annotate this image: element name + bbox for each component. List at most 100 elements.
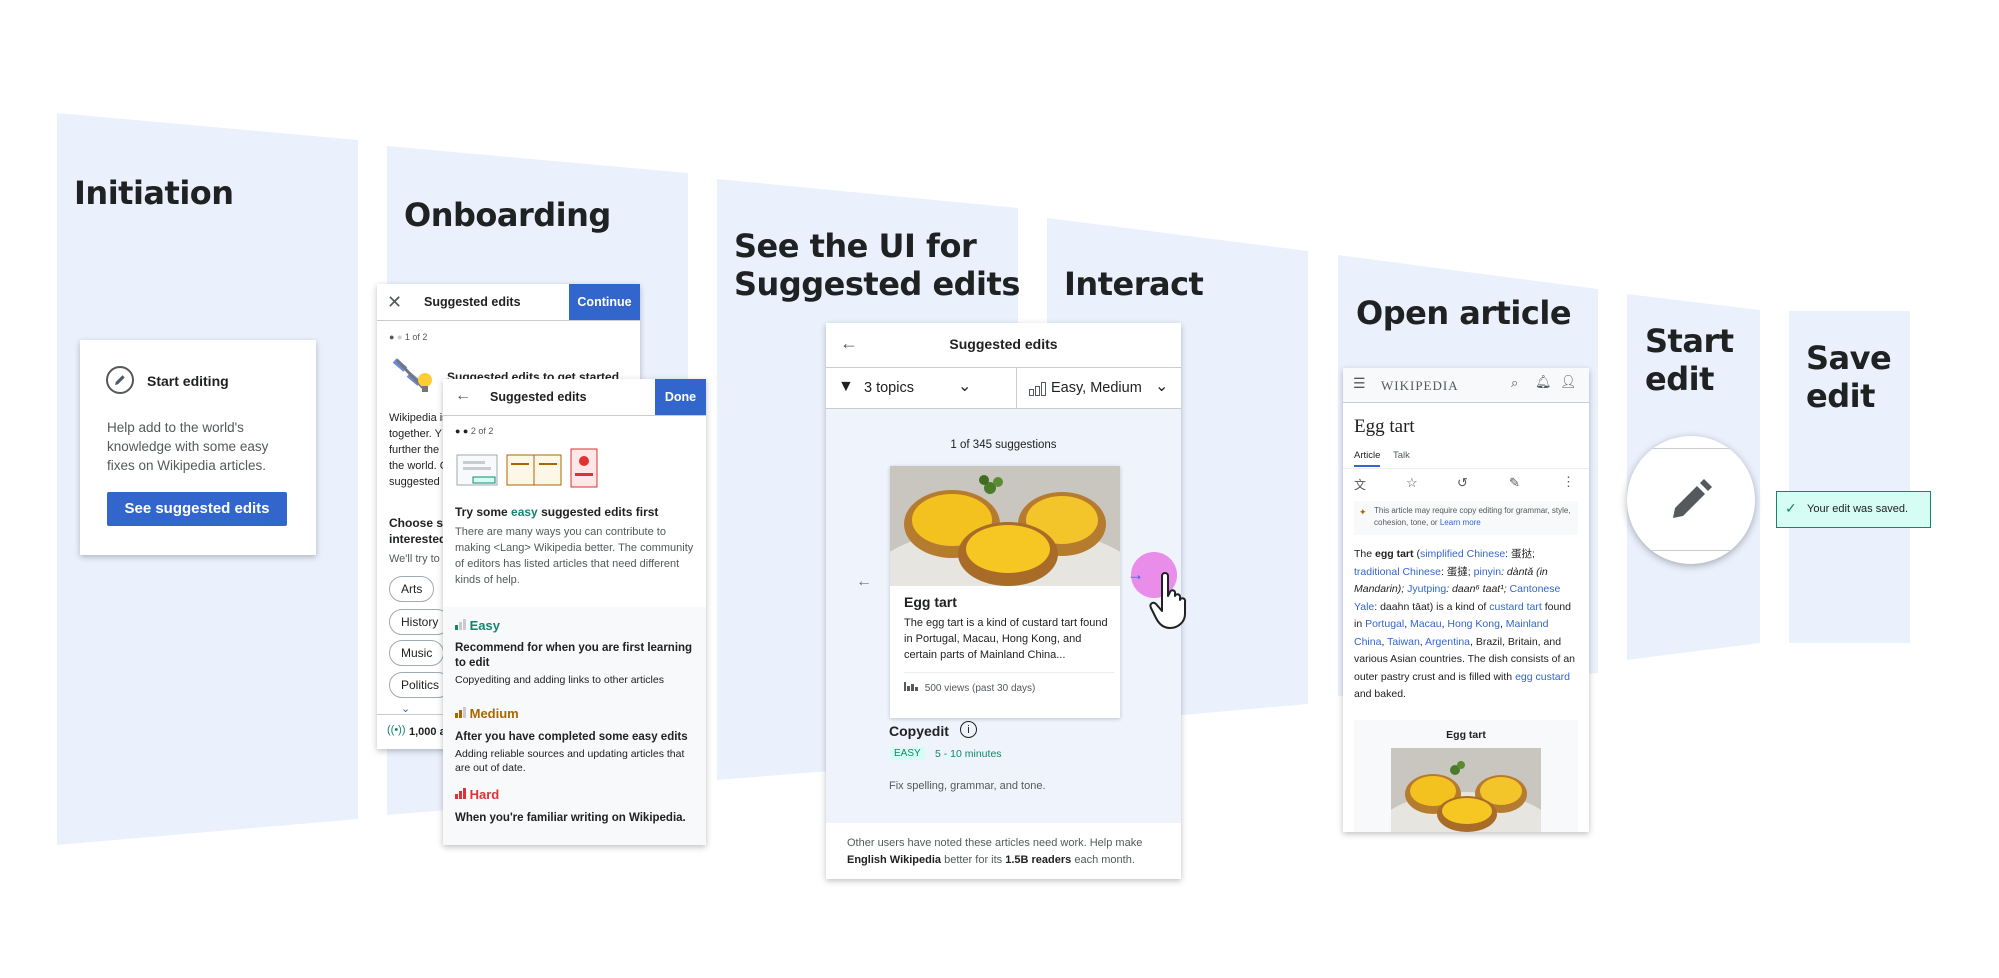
close-icon[interactable]: ✕ (387, 292, 402, 313)
article-link[interactable]: pinyin (1474, 566, 1501, 578)
forward-arrow-icon[interactable]: → (1127, 565, 1144, 585)
previous-arrow-icon[interactable]: ← (856, 573, 872, 591)
article-title: Egg tart (1354, 416, 1415, 437)
onboarding-2-heading-pre: Try some (455, 505, 512, 519)
article-card-divider (904, 672, 1114, 673)
tab-article[interactable]: Article (1354, 450, 1381, 467)
topic-pill-music[interactable]: Music (389, 640, 445, 666)
hand-cursor-icon (1148, 570, 1200, 630)
onboarding-1-choose-line: Choose so (389, 516, 451, 530)
onboarding-2-heading: Try some easy suggested edits first (455, 505, 658, 519)
article-link[interactable]: Hong Kong (1447, 618, 1500, 630)
bar-chart-icon (1029, 382, 1046, 401)
suggested-edits-title: Suggested edits (949, 336, 1058, 352)
topics-filter[interactable]: ▼ 3 topics ⌄ (826, 368, 1017, 408)
onboarding-2-body: There are many ways you can contribute t… (455, 526, 694, 586)
article-link[interactable]: Portugal (1365, 618, 1404, 630)
onboarding-card-2: ← Suggested edits Done ● ● 2 of 2 Try so… (443, 379, 706, 845)
star-icon[interactable]: ☆ (1406, 475, 1418, 491)
filter-bar: ▼ 3 topics ⌄ Easy, Medium ⌄ (826, 368, 1181, 409)
done-button[interactable]: Done (655, 379, 706, 415)
article-link[interactable]: Macau (1410, 618, 1442, 630)
stage-title-see-ui-line2: Suggested edits (734, 264, 1020, 303)
stage-title-see-ui-line1: See the UI for (734, 227, 977, 265)
see-suggested-edits-button[interactable]: See suggested edits (107, 492, 287, 526)
article-link[interactable]: traditional Chinese (1354, 566, 1441, 578)
onboarding-2-heading-em: easy (511, 505, 538, 519)
onboarding-2-title: Suggested edits (490, 390, 587, 404)
suggestion-count: 1 of 345 suggestions (950, 439, 1057, 451)
chevron-down-icon: ⌄ (1155, 378, 1169, 395)
info-icon[interactable]: i (960, 721, 977, 738)
difficulty-easy: Easy (455, 618, 500, 633)
bar-chart-icon (455, 618, 466, 633)
filter-icon: ▼ (838, 378, 854, 395)
tab-talk[interactable]: Talk (1393, 450, 1410, 461)
start-editing-card: Start editing Help add to the world's kn… (80, 340, 316, 555)
bar-chart-icon (455, 787, 466, 802)
history-icon[interactable]: ↺ (1457, 475, 1468, 491)
back-arrow-icon[interactable]: ← (455, 387, 471, 405)
onboarding-1-step: 1 of 2 (404, 332, 428, 342)
translate-icon[interactable]: 文 (1354, 476, 1366, 493)
task-type: Copyedit (889, 723, 949, 739)
difficulty-hard-label: Hard (469, 787, 500, 802)
article-text: : daahn tāat) is a kind of (1374, 600, 1490, 613)
article-body: The egg tart (simplified Chinese: 蛋挞; tr… (1354, 546, 1580, 704)
difficulty-list: Easy Recommend for when you are first le… (443, 607, 706, 845)
satellite-illustration-icon (389, 354, 433, 398)
article-link[interactable]: Jyutping (1407, 583, 1446, 595)
article-link[interactable]: custard tart (1489, 601, 1542, 613)
task-duration: 5 - 10 minutes (935, 748, 1002, 760)
article-card-views-label: 500 views (past 30 days) (924, 683, 1036, 694)
pencil-icon[interactable]: ✎ (1509, 475, 1520, 491)
stage-title-open-article: Open article (1356, 294, 1572, 332)
continue-button[interactable]: Continue (569, 284, 640, 320)
onboarding-2-heading-post: suggested edits first (537, 505, 659, 519)
copyedit-notice: ✦ This article may require copy editing … (1354, 501, 1578, 535)
menu-icon[interactable]: ☰ (1353, 375, 1366, 392)
bell-icon[interactable]: 🔔︎ (1535, 374, 1552, 390)
difficulty-filter[interactable]: Easy, Medium ⌄ (1017, 368, 1181, 408)
more-icon[interactable]: ⋮ (1562, 474, 1575, 490)
onboarding-1-text-line: Wikipedia is (389, 412, 448, 424)
user-icon[interactable]: 👤︎ (1560, 374, 1577, 390)
stage-title-initiation: Initiation (74, 174, 234, 212)
onboarding-1-dots: ● ● 1 of 2 (389, 332, 428, 342)
article-link[interactable]: Taiwan (1387, 636, 1420, 648)
difficulty-hard-title: When you're familiar writing on Wikipedi… (455, 812, 686, 824)
onboarding-1-text-line: together. Y (389, 428, 443, 440)
stage-title-start-edit-line1: Start (1645, 322, 1734, 360)
difficulty-easy-title: Recommend for when you are first learnin… (455, 642, 693, 669)
infobox-title: Egg tart (1446, 729, 1486, 741)
stage-title-start-edit: Start edit (1645, 322, 1734, 399)
learn-more-link[interactable]: Learn more (1440, 518, 1481, 527)
footer-text-readers: 1.5B readers (1005, 854, 1072, 866)
stage-title-interact: Interact (1064, 265, 1204, 303)
onboarding-1-text-line: the world. C (389, 460, 448, 472)
article-card[interactable]: Egg tart The egg tart is a kind of custa… (890, 466, 1120, 718)
article-text: : 蛋撻; (1440, 565, 1474, 578)
stage-title-save-edit-line2: edit (1806, 376, 1875, 415)
article-link[interactable]: Argentina (1425, 636, 1470, 648)
article-text: : daan⁶ taat¹; (1446, 583, 1510, 595)
search-icon[interactable]: ⌕ (1511, 375, 1518, 391)
onboarding-1-title: Suggested edits (424, 295, 521, 309)
topic-pill-politics[interactable]: Politics (389, 672, 452, 698)
topic-pill-history[interactable]: History (389, 609, 451, 635)
stage-title-save-edit: Save edit (1806, 339, 1892, 416)
topic-pill-arts[interactable]: Arts (389, 576, 435, 602)
infobox-image (1391, 748, 1541, 832)
stage-title-save-edit-line1: Save (1806, 339, 1892, 377)
difficulty-badge: EASY (890, 747, 925, 760)
article-card-title: Egg tart (904, 594, 957, 610)
onboarding-1-choose-line: interested (389, 532, 447, 546)
article-link[interactable]: egg custard (1515, 671, 1570, 683)
edit-pencil-button[interactable] (1627, 436, 1755, 564)
difficulty-medium: Medium (455, 706, 519, 721)
suggested-edits-screen: ← Suggested edits ▼ 3 topics ⌄ Easy, Med… (826, 323, 1181, 879)
footer-text-pre: Other users have noted these articles ne… (847, 837, 1143, 849)
article-text: : 蛋挞; (1505, 548, 1535, 560)
difficulty-medium-title: After you have completed some easy edits (455, 731, 688, 743)
article-link[interactable]: simplified Chinese (1420, 548, 1505, 560)
